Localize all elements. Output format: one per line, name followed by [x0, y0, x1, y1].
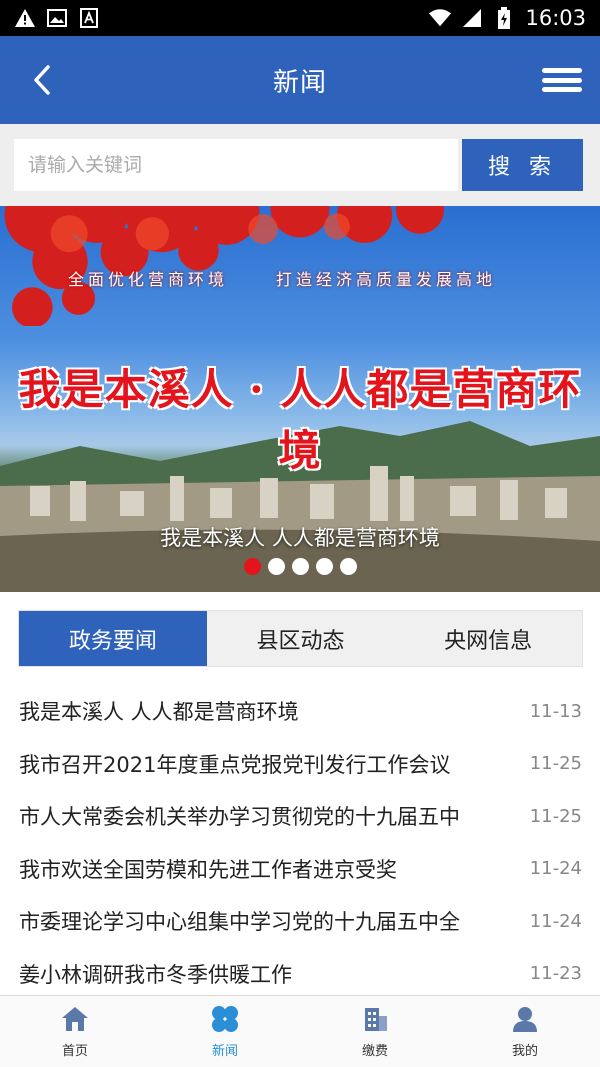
- page-title: 新闻: [272, 67, 327, 98]
- battery-icon: [493, 7, 515, 29]
- clover-icon: [212, 1006, 238, 1032]
- news-title: 我市欢送全国劳模和先进工作者进京受奖: [19, 857, 397, 882]
- back-button[interactable]: [22, 60, 62, 100]
- nav-home[interactable]: 首页: [0, 996, 150, 1067]
- carousel-dot[interactable]: [267, 558, 285, 575]
- news-date: 11-23: [529, 963, 582, 985]
- nav-news[interactable]: 新闻: [150, 996, 300, 1067]
- nav-label: 新闻: [211, 1044, 238, 1059]
- nav-label: 我的: [511, 1044, 538, 1059]
- warning-icon: [14, 7, 36, 29]
- carousel-dot[interactable]: [243, 558, 261, 575]
- nav-payment[interactable]: 缴费: [300, 996, 450, 1067]
- news-item[interactable]: 姜小林调研我市冬季供暖工作 11-23: [0, 948, 600, 1001]
- news-title: 市委理论学习中心组集中学习党的十九届五中全: [19, 910, 460, 935]
- news-item[interactable]: 我市欢送全国劳模和先进工作者进京受奖 11-24: [0, 843, 600, 896]
- nav-profile[interactable]: 我的: [450, 996, 600, 1067]
- news-date: 11-25: [529, 805, 582, 827]
- menu-button[interactable]: [540, 62, 584, 98]
- carousel-dots: [0, 558, 600, 575]
- news-date: 11-24: [529, 858, 582, 880]
- tab-government-news[interactable]: 政务要闻: [19, 611, 207, 666]
- tab-central-news[interactable]: 央网信息: [394, 611, 582, 666]
- status-left: [14, 7, 100, 29]
- news-title: 姜小林调研我市冬季供暖工作: [19, 962, 292, 987]
- carousel-dot[interactable]: [339, 558, 357, 575]
- status-time: 16:03: [525, 6, 586, 30]
- building-icon: [365, 1008, 387, 1031]
- news-item[interactable]: 市委理论学习中心组集中学习党的十九届五中全 11-24: [0, 895, 600, 948]
- image-icon: [46, 7, 68, 29]
- nav-label: 首页: [61, 1044, 88, 1059]
- news-title: 我市召开2021年度重点党报党刊发行工作会议: [19, 752, 451, 777]
- font-icon: [78, 7, 100, 29]
- news-list: 我是本溪人 人人都是营商环境 11-13 我市召开2021年度重点党报党刊发行工…: [0, 685, 600, 1000]
- bottom-nav: 首页 新闻 缴费 我的: [0, 995, 600, 1067]
- news-date: 11-24: [529, 910, 582, 932]
- home-icon: [62, 1007, 88, 1031]
- news-item[interactable]: 我市召开2021年度重点党报党刊发行工作会议 11-25: [0, 738, 600, 791]
- banner-headline: 我是本溪人 · 人人都是营商环境: [18, 365, 582, 475]
- news-item[interactable]: 市人大常委会机关举办学习贯彻党的十九届五中 11-25: [0, 790, 600, 843]
- news-date: 11-25: [529, 753, 582, 775]
- carousel-dot[interactable]: [291, 558, 309, 575]
- hamburger-icon-line: [542, 77, 582, 83]
- hamburger-icon-line: [542, 68, 582, 73]
- carousel-dot[interactable]: [315, 558, 333, 575]
- hamburger-icon-line: [542, 87, 582, 92]
- banner-slogan-left: 全面优化营商环境: [68, 270, 229, 289]
- news-tabs: 政务要闻 县区动态 央网信息: [18, 610, 583, 667]
- news-item[interactable]: 我是本溪人 人人都是营商环境 11-13: [0, 685, 600, 738]
- banner-slogan-right: 打造经济高质量发展高地: [276, 270, 497, 289]
- banner-caption: 我是本溪人 人人都是营商环境: [160, 526, 440, 550]
- banner-carousel[interactable]: 全面优化营商环境 打造经济高质量发展高地 我是本溪人 · 人人都是营商环境 我是…: [0, 206, 600, 592]
- status-bar: 16:03: [0, 0, 600, 36]
- nav-label: 缴费: [361, 1044, 388, 1059]
- chevron-left-icon: [34, 65, 50, 95]
- signal-icon: [461, 7, 483, 29]
- wifi-icon: [429, 7, 452, 29]
- news-date: 11-13: [529, 700, 582, 722]
- news-title: 我是本溪人 人人都是营商环境: [19, 700, 299, 725]
- search-area: 搜 索: [0, 124, 600, 206]
- tab-county-news[interactable]: 县区动态: [207, 611, 395, 666]
- status-right: 16:03: [429, 6, 586, 30]
- search-input[interactable]: [14, 139, 458, 191]
- news-title: 市人大常委会机关举办学习贯彻党的十九届五中: [19, 805, 460, 830]
- search-button[interactable]: 搜 索: [462, 139, 583, 191]
- app-header: 新闻: [0, 36, 600, 124]
- user-icon: [513, 1007, 537, 1032]
